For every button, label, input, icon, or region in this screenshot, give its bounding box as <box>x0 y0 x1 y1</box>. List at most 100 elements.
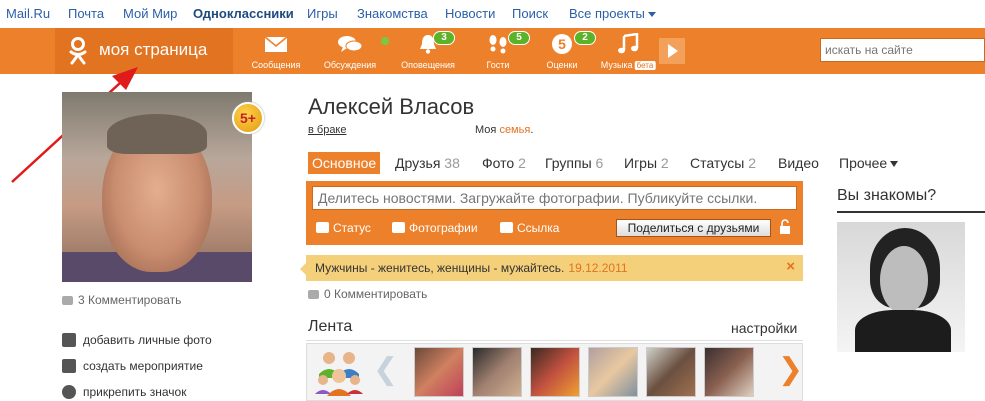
family-link[interactable]: семья <box>499 124 530 136</box>
play-icon[interactable] <box>659 38 685 64</box>
status-pointer <box>300 263 306 275</box>
feed-thumbnail[interactable] <box>588 347 638 397</box>
tab-groups-label: Группы <box>545 155 592 171</box>
megaphone-icon <box>316 222 329 233</box>
feed-thumbnail[interactable] <box>704 347 754 397</box>
topbar-link-mailru[interactable]: Mail.Ru <box>6 6 50 21</box>
profile-avatar[interactable] <box>62 92 252 282</box>
tab-photos-count: 2 <box>518 155 526 171</box>
rating-digit: 5 <box>558 36 566 52</box>
close-icon[interactable]: × <box>786 258 795 275</box>
topbar-link-dating[interactable]: Знакомства <box>357 6 428 21</box>
feed-thumbnail[interactable] <box>646 347 696 397</box>
nav-ratings-label: Оценки <box>546 60 578 70</box>
tab-games[interactable]: Игры 2 <box>624 152 669 174</box>
tab-video-label: Видео <box>778 155 819 171</box>
feed-next-arrow-icon[interactable]: ❯ <box>778 352 803 387</box>
rating-five-icon: 5 <box>552 34 572 54</box>
suggested-person-photo[interactable] <box>837 222 965 352</box>
family-prefix: Моя <box>475 124 497 136</box>
beta-tag: бета <box>634 61 656 70</box>
share-status-label: Статус <box>333 221 371 235</box>
topbar-link-news[interactable]: Новости <box>445 6 495 21</box>
topbar-link-mail[interactable]: Почта <box>68 6 104 21</box>
more-dropdown-icon <box>890 161 899 167</box>
chat-bubbles-icon <box>338 36 363 52</box>
tab-friends-label: Друзья <box>395 155 441 171</box>
portal-topbar: Mail.Ru Почта Мой Мир Одноклассники Игры… <box>0 0 985 28</box>
status-date: 19.12.2011 <box>568 261 628 275</box>
share-link-label: Ссылка <box>517 221 560 235</box>
my-page-button[interactable]: моя страница <box>55 28 233 74</box>
lock-icon[interactable] <box>779 219 791 235</box>
feed-thumbnail[interactable] <box>530 347 580 397</box>
topbar-link-search[interactable]: Поиск <box>512 6 548 21</box>
music-label-text: Музыка <box>600 60 633 70</box>
add-photo-label: добавить личные фото <box>83 333 212 347</box>
people-you-may-know-divider <box>837 211 985 213</box>
status-post: Мужчины - женитесь, женщины - мужайтесь.… <box>300 255 803 281</box>
share-input[interactable] <box>312 186 797 210</box>
five-plus-badge[interactable]: 5+ <box>232 102 264 134</box>
feed-thumbnail[interactable] <box>414 347 464 397</box>
topbar-link-games[interactable]: Игры <box>307 6 338 21</box>
chevron-down-icon <box>647 12 656 18</box>
nav-discussions-label: Обсуждения <box>323 60 377 70</box>
create-event-link[interactable]: создать мероприятие <box>62 359 203 373</box>
tab-groups[interactable]: Группы 6 <box>545 152 603 174</box>
nav-music[interactable]: Музыка бета <box>598 28 658 74</box>
profile-name: Алексей Власов <box>308 94 475 119</box>
avatar-comments-link[interactable]: 3 Комментировать <box>62 293 181 307</box>
marital-status-link[interactable]: в браке <box>308 124 347 136</box>
tab-photos[interactable]: Фото 2 <box>482 152 526 174</box>
share-photos-button[interactable]: Фотографии <box>392 221 478 235</box>
feed-prev-arrow-icon[interactable]: ❮ <box>373 352 398 387</box>
feed-title: Лента <box>308 318 353 335</box>
family-line: Моя семья. <box>475 124 533 136</box>
tab-friends[interactable]: Друзья 38 <box>395 152 460 174</box>
topbar-link-odnoklassniki[interactable]: Одноклассники <box>193 6 294 21</box>
topbar-link-my-world[interactable]: Мой Мир <box>123 6 177 21</box>
tab-main-label: Основное <box>312 155 377 171</box>
create-event-label: создать мероприятие <box>83 359 203 373</box>
tab-more[interactable]: Прочее <box>839 152 899 174</box>
ratings-count-badge: 2 <box>574 31 596 45</box>
online-dot-icon <box>381 37 389 45</box>
share-with-friends-button[interactable]: Поделиться с друзьями <box>616 219 771 237</box>
avatar-hair <box>107 114 207 154</box>
tab-main[interactable]: Основное <box>308 152 381 174</box>
suggested-person-face <box>880 246 928 314</box>
suggested-person-body <box>855 310 951 352</box>
main-navbar: моя страница Сообщения Обсуждения Оповещ… <box>0 28 985 74</box>
tab-statuses-label: Статусы <box>690 155 745 171</box>
guests-count-badge: 5 <box>508 31 530 45</box>
status-text: Мужчины - женитесь, женщины - мужайтесь. <box>315 261 565 275</box>
comment-bubble-icon <box>62 296 73 305</box>
tab-more-label: Прочее <box>839 155 888 171</box>
tab-video[interactable]: Видео <box>778 152 819 174</box>
feed-settings-link[interactable]: настройки <box>731 320 797 336</box>
nav-notifications-label: Оповещения <box>401 60 455 70</box>
family-suffix: . <box>530 124 534 136</box>
share-status-button[interactable]: Статус <box>316 221 371 235</box>
site-search-input[interactable] <box>820 38 985 62</box>
topbar-link-all-projects[interactable]: Все проекты <box>569 6 656 21</box>
share-link-button[interactable]: Ссылка <box>500 221 559 235</box>
share-photos-label: Фотографии <box>409 221 478 235</box>
tab-friends-count: 38 <box>444 155 460 171</box>
nav-discussions[interactable]: Обсуждения <box>320 28 380 74</box>
friends-group-icon[interactable] <box>313 344 365 400</box>
nav-music-label: Музыка бета <box>601 60 656 70</box>
nav-messages[interactable]: Сообщения <box>249 28 303 74</box>
feed-thumbnail[interactable] <box>472 347 522 397</box>
nav-guests-label: Гости <box>486 60 510 70</box>
people-you-may-know-title: Вы знакомы? <box>837 187 937 204</box>
notifications-count-badge: 3 <box>433 31 455 45</box>
attach-badge-link[interactable]: прикрепить значок <box>62 385 186 399</box>
status-comments-link[interactable]: 0 Комментировать <box>308 287 427 301</box>
status-comments-label: 0 Комментировать <box>324 287 428 301</box>
share-box: Статус Фотографии Ссылка Поделиться с др… <box>306 181 803 245</box>
tab-statuses[interactable]: Статусы 2 <box>690 152 756 174</box>
add-photo-link[interactable]: добавить личные фото <box>62 333 212 347</box>
feed-strip: ❮ ❯ <box>306 343 803 401</box>
